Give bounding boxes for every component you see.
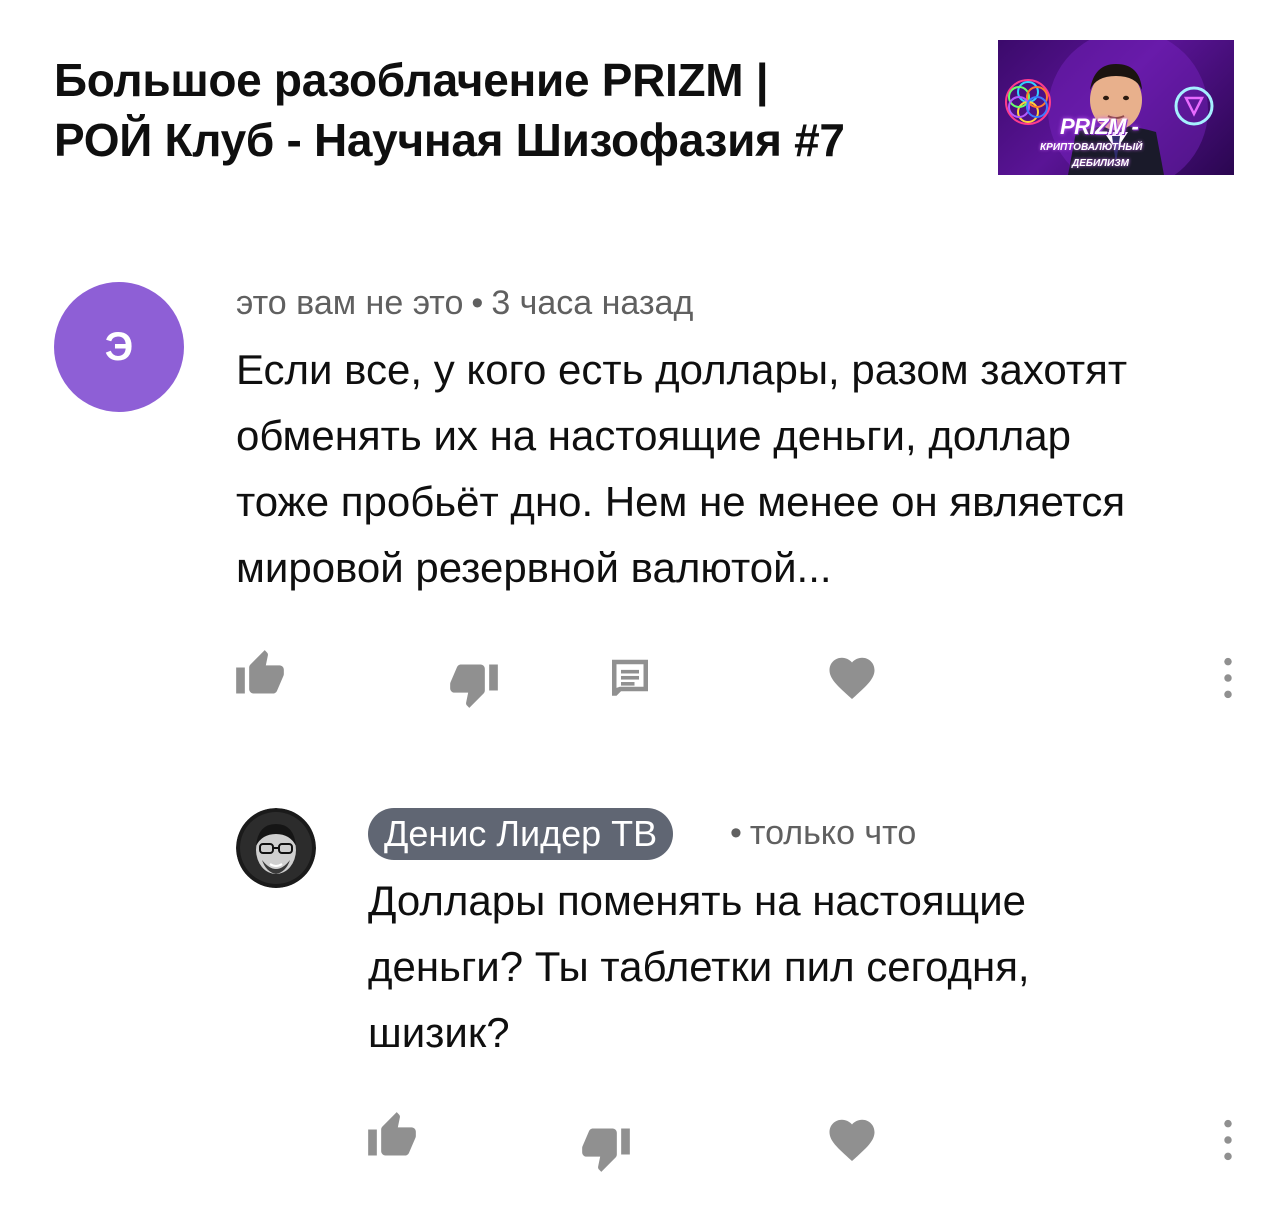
heart-icon: [829, 657, 875, 700]
comment-text-line: обменять их на настоящие деньги, доллар: [236, 412, 1071, 459]
comment-author-avatar[interactable]: Э: [54, 282, 184, 412]
comment-text-line: Если все, у кого есть доллары, разом зах…: [236, 346, 1128, 393]
reply-heart-button[interactable]: [824, 1112, 880, 1168]
more-options-button[interactable]: [1200, 650, 1256, 706]
dislike-button[interactable]: [446, 656, 502, 712]
reply-author-avatar[interactable]: [236, 808, 316, 888]
meta-separator: •: [471, 284, 484, 322]
video-title[interactable]: Большое разоблачение PRIZM | РОЙ Клуб - …: [54, 50, 954, 170]
comment-timestamp[interactable]: 3 часа назад: [491, 284, 693, 322]
reply-text: Доллары поменять на настоящие деньги? Ты…: [368, 868, 1030, 1066]
like-icon: [236, 650, 284, 694]
reply-author-chip[interactable]: Денис Лидер ТВ: [368, 808, 674, 860]
comment-meta: это вам не это • 3 часа назад: [236, 284, 693, 323]
heart-button[interactable]: [824, 650, 880, 706]
reply-meta: • только что: [722, 814, 916, 853]
comment-text: Если все, у кого есть доллары, разом зах…: [236, 337, 1127, 601]
reply-like-button[interactable]: [364, 1108, 420, 1164]
meta-separator: •: [730, 814, 742, 852]
video-thumbnail[interactable]: PRIZM - криптовалютный дебилизм: [998, 40, 1234, 175]
video-title-line-1: Большое разоблачение PRIZM |: [54, 54, 769, 106]
comment-text-line: тоже пробьёт дно. Нем не менее он являет…: [236, 478, 1126, 525]
reply-text-line: Доллары поменять на настоящие: [368, 877, 1027, 924]
comment-text-line: мировой резервной валютой...: [236, 544, 832, 591]
comment-author-name[interactable]: это вам не это: [236, 284, 463, 322]
reply-text-line: шизик?: [368, 1009, 510, 1056]
thumbnail-artwork: [1005, 40, 1214, 175]
dislike-icon: [582, 1128, 630, 1172]
reply-button[interactable]: [602, 652, 658, 708]
avatar-photo: [236, 808, 316, 888]
reply-timestamp[interactable]: только что: [750, 814, 916, 852]
reply-more-options-button[interactable]: [1200, 1112, 1256, 1168]
thumbnail-subtitle-1: криптовалютный: [1040, 142, 1143, 153]
like-button[interactable]: [232, 646, 288, 702]
dislike-icon: [450, 664, 498, 708]
video-title-line-2: РОЙ Клуб - Научная Шизофазия #7: [54, 114, 845, 166]
like-icon: [368, 1112, 416, 1156]
heart-icon: [829, 1119, 875, 1162]
reply-dislike-button[interactable]: [578, 1120, 634, 1176]
more-vert-icon: [1224, 657, 1232, 699]
thumbnail-brand: PRIZM -: [1060, 114, 1139, 139]
thumbnail-subtitle-2: дебилизм: [1072, 158, 1129, 169]
reply-text-line: деньги? Ты таблетки пил сегодня,: [368, 943, 1030, 990]
more-vert-icon: [1224, 1119, 1232, 1161]
reply-icon: [612, 659, 648, 696]
